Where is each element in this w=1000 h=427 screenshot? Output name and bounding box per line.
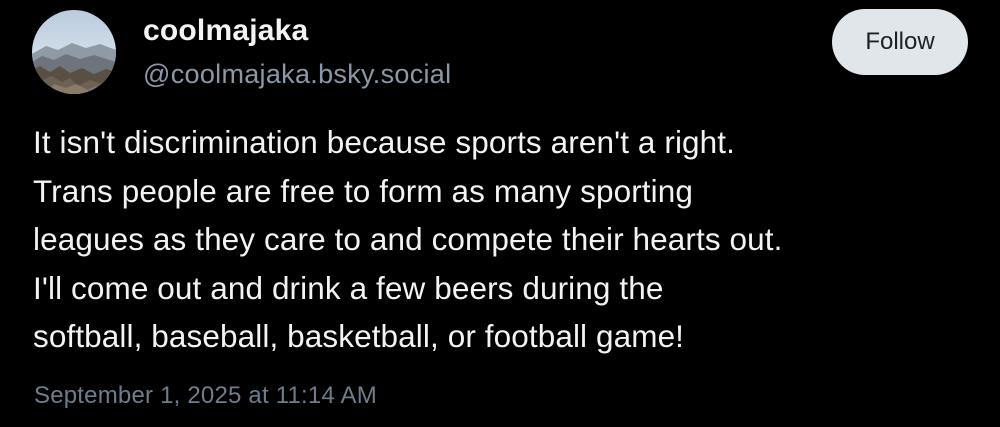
author-handle[interactable]: @coolmajaka.bsky.social: [143, 54, 451, 94]
author-info: coolmajaka @coolmajaka.bsky.social: [143, 10, 451, 94]
avatar[interactable]: [32, 10, 116, 94]
post-timestamp[interactable]: September 1, 2025 at 11:14 AM: [34, 379, 377, 413]
avatar-mountain-landscape-icon: [32, 10, 116, 94]
author-display-name[interactable]: coolmajaka: [143, 10, 451, 52]
post-text: It isn't discrimination because sports a…: [33, 124, 783, 354]
post-card: coolmajaka @coolmajaka.bsky.social Follo…: [0, 0, 1000, 427]
follow-button[interactable]: Follow: [832, 9, 968, 75]
